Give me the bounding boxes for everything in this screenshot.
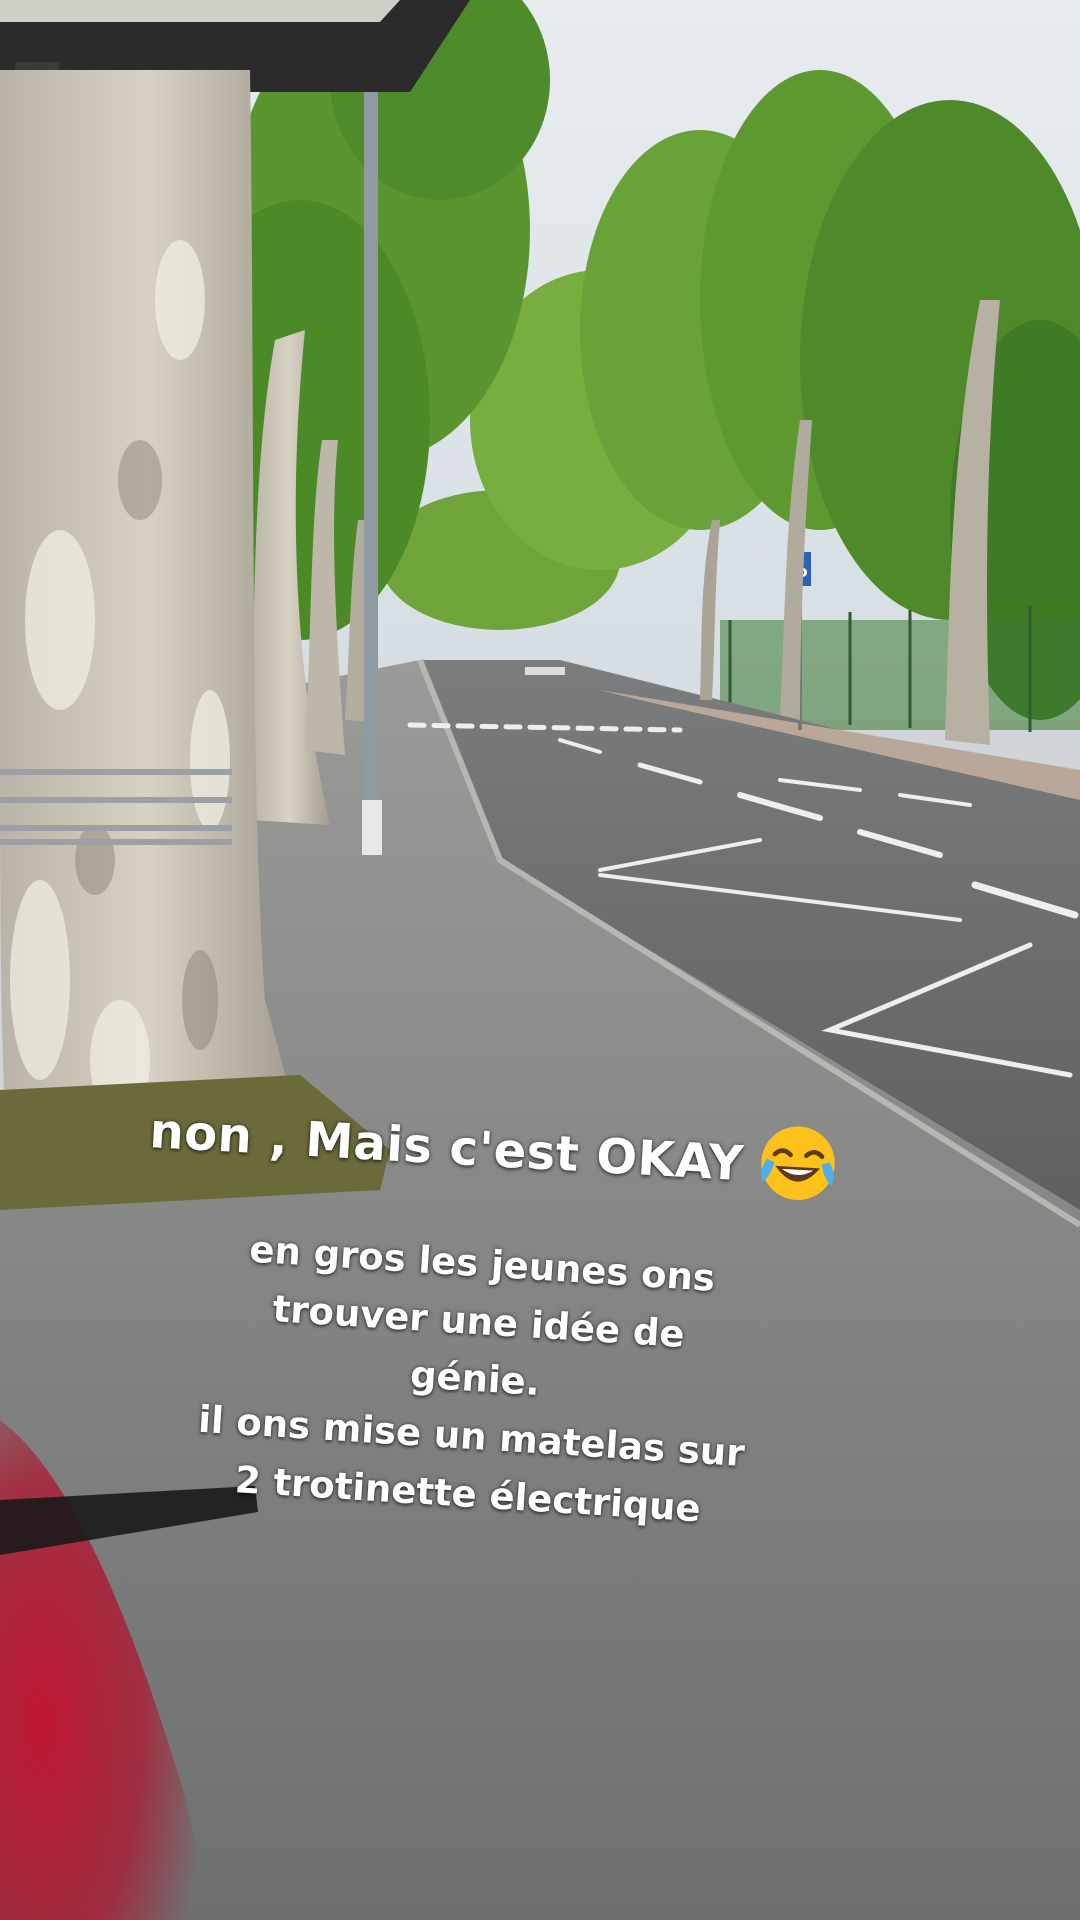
street-scene-photo: P xyxy=(0,0,1080,1920)
face-with-tears-of-joy-icon xyxy=(760,1126,835,1200)
distant-mattress xyxy=(525,667,565,675)
body-caption: en gros les jeunes ons trouver une idée … xyxy=(157,1216,794,1543)
fence xyxy=(720,606,1080,732)
